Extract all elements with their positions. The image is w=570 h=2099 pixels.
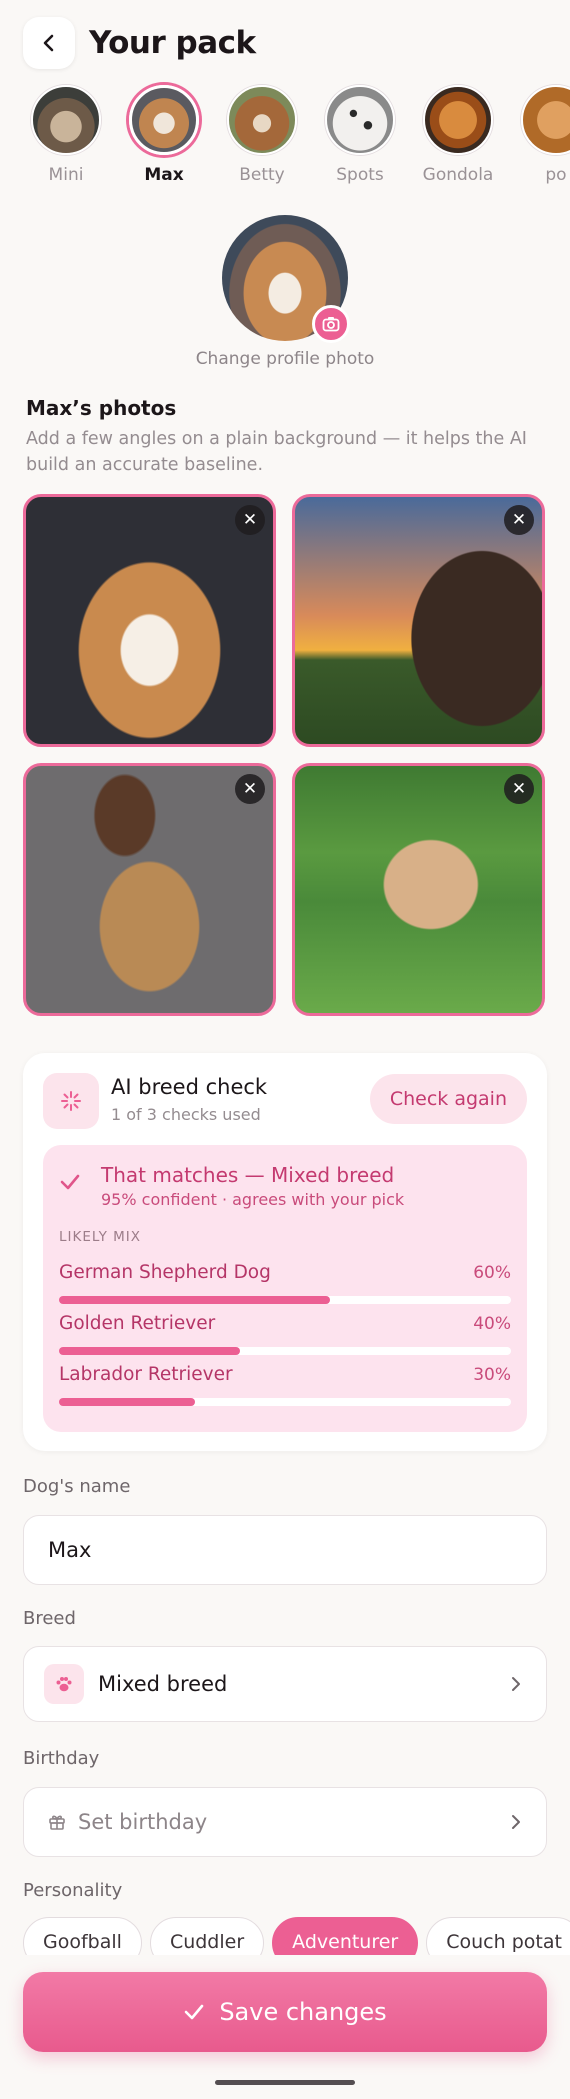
change-photo-link[interactable]: Change profile photo xyxy=(0,349,570,369)
avatar xyxy=(325,85,395,155)
name-value: Max xyxy=(48,1538,92,1562)
birthday-selector[interactable]: Set birthday xyxy=(23,1787,547,1857)
breed-value: Mixed breed xyxy=(98,1672,228,1696)
close-icon: ✕ xyxy=(242,779,258,799)
remove-photo-button[interactable]: ✕ xyxy=(235,774,265,804)
pack-item-label: Gondola xyxy=(422,165,494,185)
pack-item-label: Betty xyxy=(239,165,285,185)
pack-item-gondola[interactable]: Gondola xyxy=(408,82,508,185)
mix-bar-fill xyxy=(59,1296,331,1304)
pack-item-po[interactable]: po xyxy=(506,82,570,185)
mix-bar xyxy=(59,1296,511,1304)
name-label: Dog's name xyxy=(23,1476,131,1497)
pack-item-betty[interactable]: Betty xyxy=(212,82,312,185)
chevron-left-icon xyxy=(43,34,54,52)
paw-icon xyxy=(44,1664,84,1704)
check-again-button[interactable]: Check again xyxy=(369,1074,527,1124)
save-label: Save changes xyxy=(219,1998,387,2026)
pack-item-label: Mini xyxy=(48,165,84,185)
mix-percent: 30% xyxy=(473,1365,511,1385)
ai-check-usage: 1 of 3 checks used xyxy=(111,1105,261,1124)
home-indicator xyxy=(215,2080,355,2085)
pack-item-spots[interactable]: Spots xyxy=(310,82,410,185)
profile-photo[interactable] xyxy=(222,215,350,343)
close-icon: ✕ xyxy=(242,510,258,530)
ai-check-title: AI breed check xyxy=(111,1075,268,1099)
mix-bar xyxy=(59,1398,511,1406)
chevron-right-icon xyxy=(512,1677,520,1691)
back-button[interactable] xyxy=(23,17,75,69)
avatar xyxy=(31,85,101,155)
save-changes-button[interactable]: Save changes xyxy=(23,1972,547,2052)
pack-item-label: Max xyxy=(144,165,184,185)
birthday-placeholder: Set birthday xyxy=(78,1810,208,1834)
dog-silhouette xyxy=(392,527,542,744)
photo-tile[interactable]: ✕ xyxy=(292,763,545,1016)
mix-percent: 60% xyxy=(473,1263,511,1283)
photo-tile[interactable]: ✕ xyxy=(23,494,276,747)
result-title: That matches — Mixed breed xyxy=(101,1163,395,1187)
mix-bar-fill xyxy=(59,1347,240,1355)
name-field[interactable]: Max xyxy=(23,1515,547,1585)
mix-breed: Labrador Retriever xyxy=(59,1364,233,1385)
pack-item-label: Spots xyxy=(336,165,384,185)
camera-icon[interactable] xyxy=(312,305,350,343)
page-title: Your pack xyxy=(89,25,256,61)
remove-photo-button[interactable]: ✕ xyxy=(504,774,534,804)
photo-tile[interactable]: ✕ xyxy=(23,763,276,1016)
avatar xyxy=(129,85,199,155)
photos-title: Max’s photos xyxy=(26,396,177,420)
mix-bar xyxy=(59,1347,511,1355)
photo-tile[interactable]: ✕ xyxy=(292,494,545,747)
avatar xyxy=(227,85,297,155)
mix-percent: 40% xyxy=(473,1314,511,1334)
mix-bar-fill xyxy=(59,1398,195,1406)
personality-label: Personality xyxy=(23,1880,123,1901)
result-confidence: 95% confident · agrees with your pick xyxy=(101,1190,405,1209)
pack-item-max[interactable]: Max xyxy=(114,82,214,185)
breed-selector[interactable]: Mixed breed xyxy=(23,1646,547,1722)
remove-photo-button[interactable]: ✕ xyxy=(235,505,265,535)
remove-photo-button[interactable]: ✕ xyxy=(504,505,534,535)
mix-breed: German Shepherd Dog xyxy=(59,1262,271,1283)
photos-description: Add a few angles on a plain background —… xyxy=(26,429,527,475)
close-icon: ✕ xyxy=(511,510,527,530)
breed-label: Breed xyxy=(23,1608,76,1629)
header: Your pack xyxy=(23,13,256,73)
pack-item-label: po xyxy=(545,165,567,185)
chevron-right-icon xyxy=(512,1815,520,1829)
close-icon: ✕ xyxy=(511,779,527,799)
likely-mix-label: LIKELY MIX xyxy=(59,1229,142,1245)
pack-item-mini[interactable]: Mini xyxy=(16,82,116,185)
ai-result-panel: That matches — Mixed breed 95% confident… xyxy=(43,1145,527,1432)
ai-breed-check-card: AI breed check 1 of 3 checks used Check … xyxy=(23,1053,547,1451)
avatar xyxy=(521,85,570,155)
pack-selector: Mini Max Betty Spots Gondola po xyxy=(0,82,570,194)
checkmark-icon xyxy=(185,2004,204,2020)
profile-photo-section: Change profile photo xyxy=(0,215,570,369)
gift-icon xyxy=(49,1815,65,1830)
checkmark-icon xyxy=(60,1174,80,1190)
mix-breed: Golden Retriever xyxy=(59,1313,216,1334)
avatar xyxy=(423,85,493,155)
sparkle-icon xyxy=(43,1073,99,1129)
birthday-label: Birthday xyxy=(23,1748,100,1769)
